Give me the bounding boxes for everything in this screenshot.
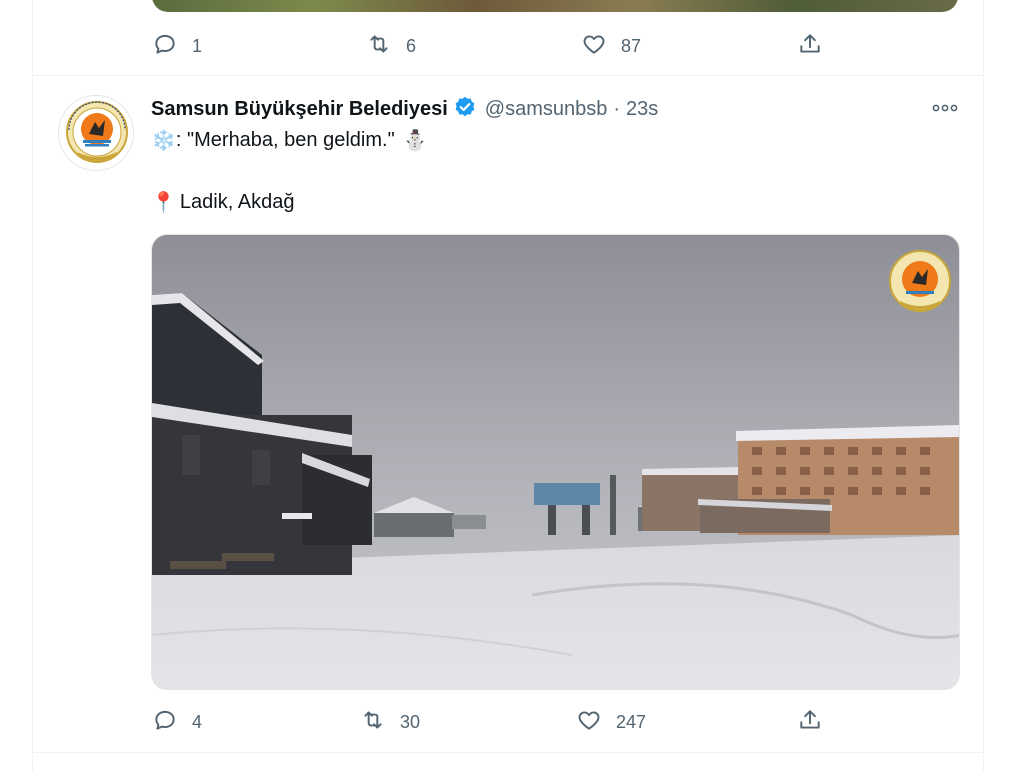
tweet-divider [33, 75, 983, 76]
tweet-timestamp[interactable]: 23s [626, 98, 658, 121]
more-options-button[interactable] [928, 96, 962, 122]
share-icon [797, 707, 823, 738]
reply-button[interactable]: 4 [152, 707, 202, 738]
previous-share-button[interactable] [797, 31, 823, 62]
tweet-header: Samsun Büyükşehir Belediyesi @samsunbsb … [151, 94, 658, 124]
tweet-location-text: Ladik, Akdağ [179, 190, 295, 213]
previous-reply-button[interactable]: 1 [152, 31, 202, 62]
pin-emoji: 📍 [151, 190, 176, 214]
heart-icon [581, 31, 607, 62]
previous-tweet-media[interactable] [152, 0, 958, 12]
more-icon [931, 100, 959, 118]
share-button[interactable] [797, 707, 823, 738]
retweet-icon [366, 31, 392, 62]
snow-scene-image [152, 235, 959, 689]
tweet-media-image[interactable] [151, 234, 960, 690]
previous-retweet-button[interactable]: 6 [366, 31, 416, 62]
snowflake-emoji: ❄️ [151, 128, 176, 152]
tweet-text-line-1: ❄️ : "Merhaba, ben geldim." ⛄ [151, 128, 428, 152]
share-icon [797, 31, 823, 62]
retweet-button[interactable]: 30 [360, 707, 420, 738]
snowman-emoji: ⛄ [402, 128, 428, 152]
author-handle[interactable]: @samsunbsb [485, 98, 608, 121]
previous-like-button[interactable]: 87 [581, 31, 641, 62]
tweet-text-line-2: 📍 Ladik, Akdağ [151, 190, 294, 214]
reply-count: 1 [192, 36, 203, 56]
like-count: 87 [621, 36, 642, 56]
avatar[interactable] [58, 95, 134, 171]
like-button[interactable]: 247 [576, 707, 646, 738]
reply-icon [152, 707, 178, 738]
author-name[interactable]: Samsun Büyükşehir Belediyesi [151, 98, 448, 121]
tweet-divider-bottom [33, 752, 983, 753]
retweet-count: 30 [400, 712, 421, 732]
separator-dot: · [613, 97, 621, 120]
reply-icon [152, 31, 178, 62]
tweet-text: : "Merhaba, ben geldim." [175, 128, 395, 151]
like-count: 247 [616, 712, 647, 732]
retweet-count: 6 [406, 36, 417, 56]
reply-count: 4 [192, 712, 203, 732]
heart-icon [576, 707, 602, 738]
watermark-logo [889, 250, 951, 312]
retweet-icon [360, 707, 386, 738]
municipality-logo [60, 97, 133, 170]
verified-badge-icon [448, 95, 477, 124]
